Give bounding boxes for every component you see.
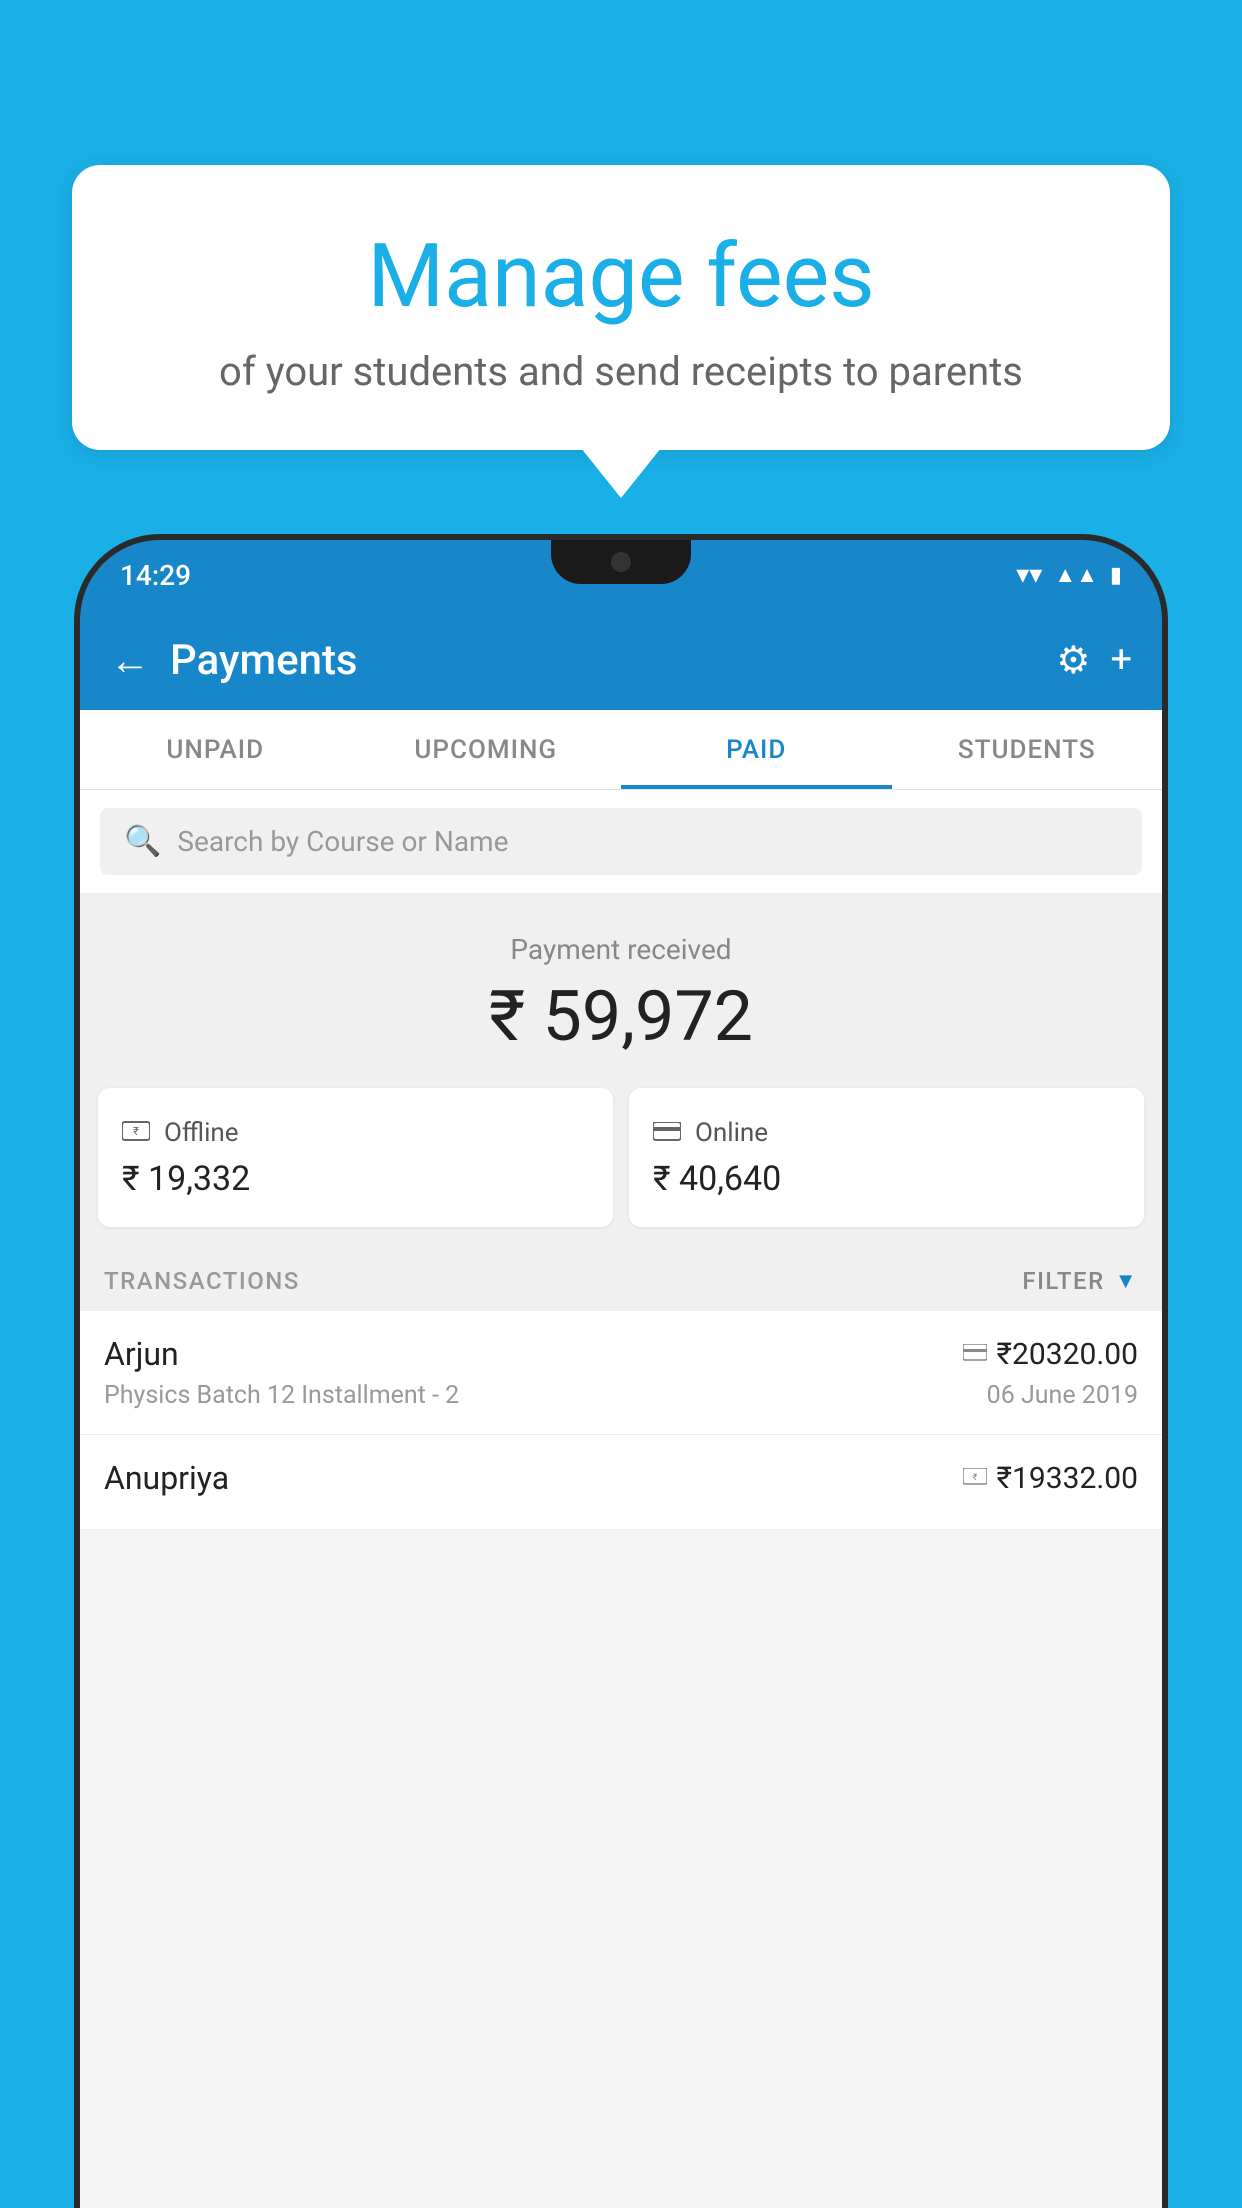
transaction-amount-wrapper: ₹20320.00 bbox=[963, 1337, 1138, 1372]
online-card-header: Online bbox=[653, 1116, 1120, 1149]
search-input[interactable]: Search by Course or Name bbox=[177, 825, 508, 858]
offline-card-header: ₹ Offline bbox=[122, 1116, 589, 1149]
phone-notch bbox=[551, 540, 691, 584]
transactions-header: TRANSACTIONS FILTER ▼ bbox=[80, 1247, 1162, 1311]
offline-card: ₹ Offline ₹ 19,332 bbox=[98, 1088, 613, 1227]
status-time: 14:29 bbox=[120, 559, 191, 592]
bubble-subtitle: of your students and send receipts to pa… bbox=[122, 348, 1120, 395]
transaction-name: Anupriya bbox=[104, 1459, 229, 1497]
speech-bubble: Manage fees of your students and send re… bbox=[72, 165, 1170, 450]
app-bar: ← Payments ⚙ + bbox=[80, 610, 1162, 710]
add-button[interactable]: + bbox=[1110, 638, 1132, 682]
transaction-mode-icon-rupee: ₹ bbox=[963, 1464, 987, 1492]
transaction-list: Arjun ₹20320.00 Physics Batch 12 Install… bbox=[80, 1311, 1162, 1530]
transaction-row-top: Anupriya ₹ ₹19332.00 bbox=[104, 1459, 1138, 1497]
transaction-row[interactable]: Anupriya ₹ ₹19332.00 bbox=[80, 1435, 1162, 1530]
tab-upcoming[interactable]: UPCOMING bbox=[351, 710, 622, 789]
tabs-bar: UNPAID UPCOMING PAID STUDENTS bbox=[80, 710, 1162, 790]
svg-text:₹: ₹ bbox=[133, 1125, 139, 1138]
transactions-label: TRANSACTIONS bbox=[104, 1267, 300, 1295]
offline-icon: ₹ bbox=[122, 1116, 150, 1149]
transaction-amount-wrapper: ₹ ₹19332.00 bbox=[963, 1461, 1138, 1496]
battery-icon: ▮ bbox=[1110, 563, 1122, 588]
phone-frame: 14:29 ▾▾ ▲▲ ▮ ← Payments ⚙ + UNPAID UPCO… bbox=[80, 540, 1162, 2208]
transaction-amount: ₹20320.00 bbox=[997, 1337, 1138, 1372]
transaction-description: Physics Batch 12 Installment - 2 bbox=[104, 1381, 459, 1410]
filter-label: FILTER bbox=[1022, 1267, 1104, 1295]
app-title: Payments bbox=[170, 636, 1036, 685]
online-amount: ₹ 40,640 bbox=[653, 1159, 1120, 1199]
transaction-amount: ₹19332.00 bbox=[997, 1461, 1138, 1496]
online-label: Online bbox=[695, 1118, 768, 1148]
online-icon bbox=[653, 1116, 681, 1149]
camera bbox=[611, 552, 631, 572]
offline-amount: ₹ 19,332 bbox=[122, 1159, 589, 1199]
payment-cards-row: ₹ Offline ₹ 19,332 Online bbox=[80, 1088, 1162, 1247]
back-button[interactable]: ← bbox=[110, 637, 150, 684]
wifi-icon: ▾▾ bbox=[1016, 560, 1042, 590]
payment-received-label: Payment received bbox=[100, 933, 1142, 966]
search-icon: 🔍 bbox=[124, 824, 161, 859]
filter-button[interactable]: FILTER ▼ bbox=[1022, 1267, 1138, 1295]
filter-icon: ▼ bbox=[1115, 1268, 1138, 1294]
offline-label: Offline bbox=[164, 1118, 239, 1148]
payment-received-amount: ₹ 59,972 bbox=[100, 976, 1142, 1058]
gear-button[interactable]: ⚙ bbox=[1056, 638, 1090, 683]
transaction-date: 06 June 2019 bbox=[987, 1381, 1138, 1410]
transaction-row-bottom: Physics Batch 12 Installment - 2 06 June… bbox=[104, 1381, 1138, 1410]
status-icons: ▾▾ ▲▲ ▮ bbox=[1016, 560, 1122, 590]
tab-students[interactable]: STUDENTS bbox=[892, 710, 1163, 789]
online-card: Online ₹ 40,640 bbox=[629, 1088, 1144, 1227]
payment-received-section: Payment received ₹ 59,972 bbox=[80, 893, 1162, 1088]
tab-unpaid[interactable]: UNPAID bbox=[80, 710, 351, 789]
signal-icon: ▲▲ bbox=[1054, 562, 1098, 588]
transaction-mode-icon-card bbox=[963, 1340, 987, 1368]
tab-paid[interactable]: PAID bbox=[621, 710, 892, 789]
transaction-row[interactable]: Arjun ₹20320.00 Physics Batch 12 Install… bbox=[80, 1311, 1162, 1435]
bubble-title: Manage fees bbox=[122, 225, 1120, 328]
transaction-name: Arjun bbox=[104, 1335, 179, 1373]
search-container: 🔍 Search by Course or Name bbox=[80, 790, 1162, 893]
phone-screen: 🔍 Search by Course or Name Payment recei… bbox=[80, 790, 1162, 2208]
transaction-row-top: Arjun ₹20320.00 bbox=[104, 1335, 1138, 1373]
svg-text:₹: ₹ bbox=[972, 1473, 977, 1483]
search-bar[interactable]: 🔍 Search by Course or Name bbox=[100, 808, 1142, 875]
